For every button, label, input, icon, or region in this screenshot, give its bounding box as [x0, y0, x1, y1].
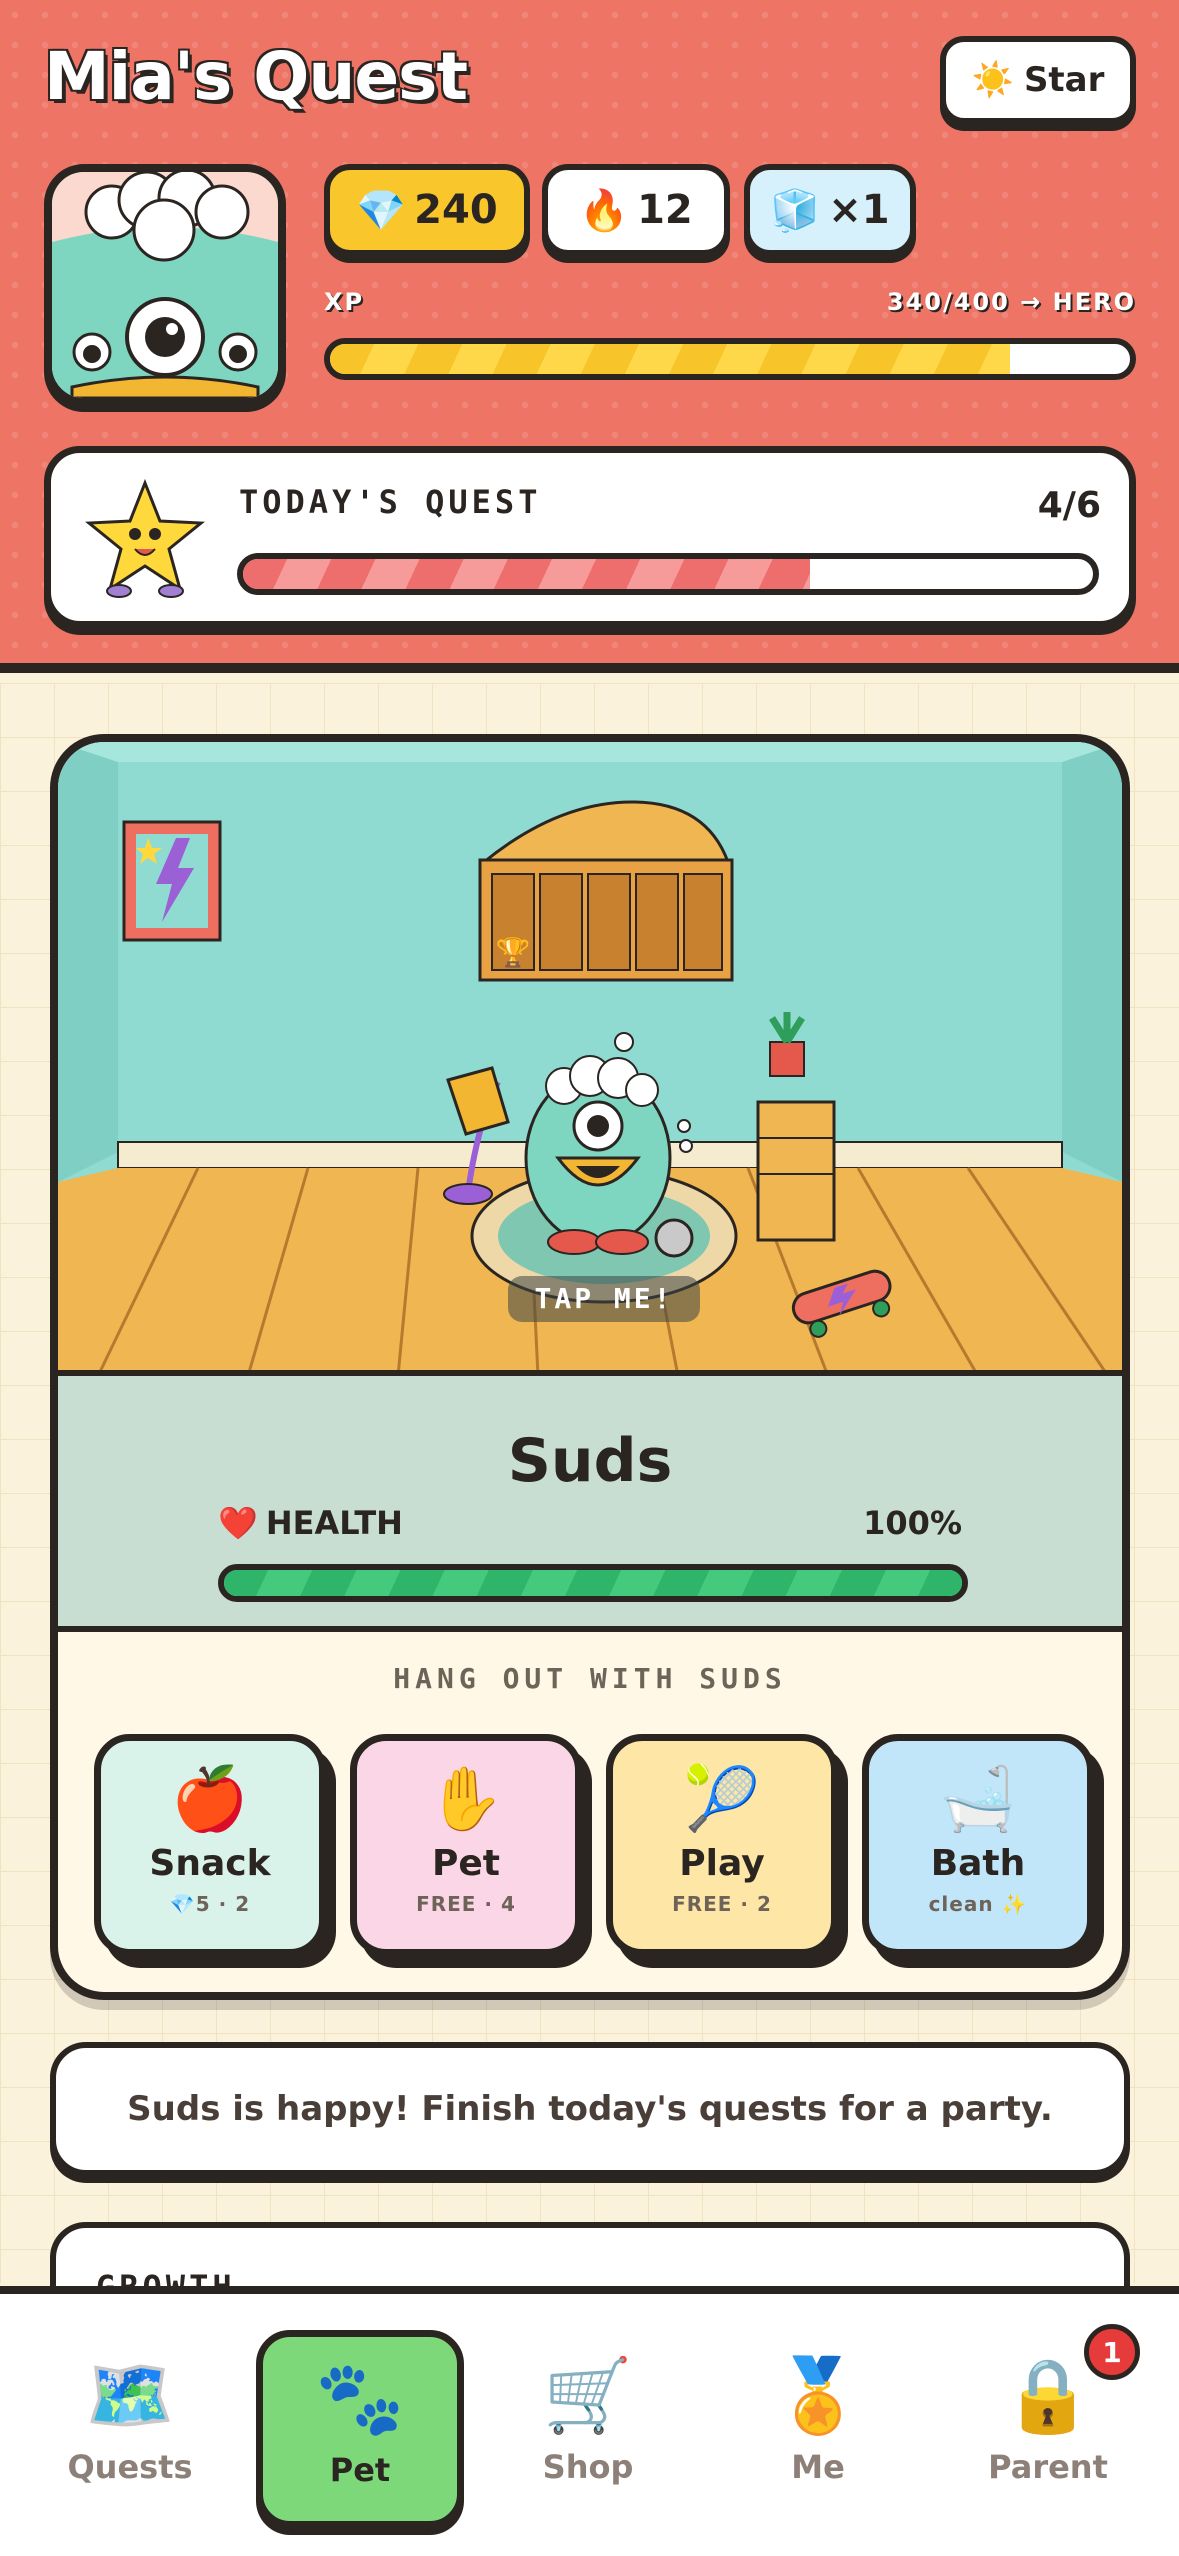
quest-count: 4/6	[1037, 485, 1101, 526]
bath-button[interactable]: 🛁 Bath clean ✨	[862, 1734, 1094, 1956]
nav-label: Pet	[329, 2451, 391, 2489]
notification-badge: 1	[1084, 2324, 1140, 2380]
header: Mia's Quest ☀️ Star 💎 240 🔥 12 🧊 ×1 XP 3…	[0, 0, 1179, 673]
nav-quests[interactable]: 🗺️ Quests	[30, 2334, 230, 2524]
avatar[interactable]	[44, 164, 286, 406]
health-value: 100%	[863, 1504, 962, 1542]
quest-progress-fill	[243, 559, 810, 589]
freeze-counter[interactable]: 🧊 ×1	[744, 164, 916, 256]
hand-icon: ✋	[427, 1762, 505, 1835]
ice-cube-icon: 🧊	[770, 187, 821, 234]
pet-status: Suds ❤️ HEALTH 100%	[58, 1376, 1122, 1632]
action-cost: FREE · 4	[416, 1892, 516, 1916]
streak-count: 12	[637, 187, 693, 233]
action-cost: clean ✨	[928, 1892, 1028, 1916]
pet-room[interactable]: 🏆 TAP ME!	[58, 742, 1122, 1376]
heart-icon: ❤️	[218, 1504, 258, 1542]
map-icon: 🗺️	[85, 2353, 175, 2437]
health-bar	[218, 1564, 968, 1602]
freeze-count: ×1	[828, 187, 890, 233]
todays-quest-card[interactable]: TODAY'S QUEST 4/6	[44, 446, 1136, 628]
nav-label: Parent	[988, 2448, 1108, 2486]
quest-title: TODAY'S QUEST	[239, 483, 542, 521]
xp-progress-text: 340/400 → HERO	[886, 288, 1136, 316]
action-label: Snack	[149, 1843, 271, 1884]
paw-icon: 🐾	[315, 2356, 405, 2440]
snack-button[interactable]: 🍎 Snack 💎5 · 2	[94, 1734, 326, 1956]
svg-text:🏆: 🏆	[496, 936, 531, 969]
hang-out-title: HANG OUT WITH SUDS	[393, 1662, 787, 1695]
page-title: Mia's Quest	[44, 38, 468, 115]
tap-me-label[interactable]: TAP ME!	[534, 1282, 673, 1315]
action-label: Pet	[431, 1843, 500, 1884]
star-mascot-icon	[85, 479, 205, 598]
gem-icon: 💎	[356, 187, 407, 234]
room-scene: 🏆 TAP ME!	[58, 742, 1122, 1370]
gem-count: 240	[414, 187, 498, 233]
health-label: HEALTH	[265, 1504, 403, 1542]
nav-parent[interactable]: 🔒 Parent 1	[948, 2324, 1148, 2524]
nav-label: Shop	[542, 2448, 634, 2486]
xp-bar-fill	[330, 344, 1010, 374]
star-button-label: Star	[1023, 60, 1105, 100]
flame-icon: 🔥	[579, 187, 630, 234]
health-bar-fill	[224, 1570, 962, 1596]
action-cost: 💎5 · 2	[169, 1892, 251, 1916]
play-button[interactable]: 🎾 Play FREE · 2	[606, 1734, 838, 1956]
action-label: Play	[679, 1843, 765, 1884]
nav-label: Me	[791, 2448, 845, 2486]
health-label-group: ❤️ HEALTH	[218, 1504, 403, 1542]
nav-shop[interactable]: 🛒 Shop	[488, 2334, 688, 2524]
xp-bar	[324, 338, 1136, 380]
bathtub-icon: 🛁	[939, 1762, 1017, 1835]
pet-card: 🏆 TAP ME! Suds ❤️ HEALTH 100% HANG OUT W…	[50, 734, 1130, 2000]
quest-progress-bar	[237, 553, 1099, 595]
medal-icon: 🏅	[773, 2353, 863, 2437]
bottom-nav: 🗺️ Quests 🐾 Pet 🛒 Shop 🏅 Me 🔒 Parent 1	[0, 2286, 1179, 2556]
star-button[interactable]: ☀️ Star	[940, 36, 1136, 124]
action-cost: FREE · 2	[672, 1892, 772, 1916]
tennis-racket-icon: 🎾	[683, 1762, 761, 1835]
pet-name: Suds	[507, 1426, 673, 1496]
cart-icon: 🛒	[543, 2353, 633, 2437]
pet-button[interactable]: ✋ Pet FREE · 4	[350, 1734, 582, 1956]
pet-message: Suds is happy! Finish today's quests for…	[50, 2042, 1130, 2176]
nav-me[interactable]: 🏅 Me	[718, 2334, 918, 2524]
nav-label: Quests	[67, 2448, 193, 2486]
gem-counter[interactable]: 💎 240	[324, 164, 530, 256]
action-label: Bath	[930, 1843, 1026, 1884]
streak-counter[interactable]: 🔥 12	[542, 164, 730, 256]
sun-icon: ☀️	[971, 60, 1014, 100]
xp-label: XP	[324, 288, 365, 316]
nav-pet[interactable]: 🐾 Pet	[256, 2330, 464, 2528]
apple-icon: 🍎	[171, 1762, 249, 1835]
monster-avatar-icon	[52, 172, 278, 398]
